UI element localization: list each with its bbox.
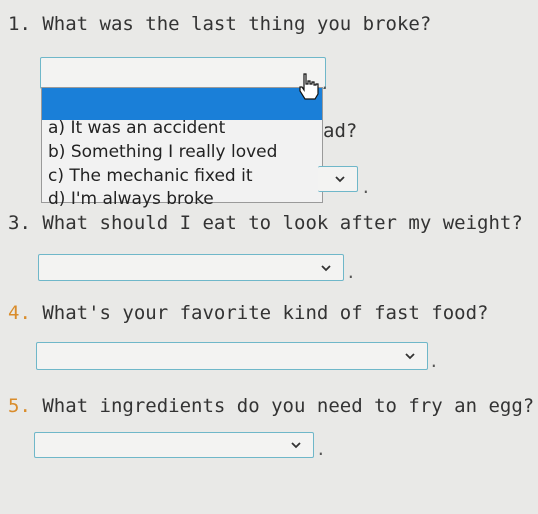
chevron-down-icon — [335, 176, 345, 183]
question-text: What's your favorite kind of fast food? — [42, 302, 489, 324]
punctuation: . — [316, 440, 326, 459]
highlighted-option[interactable] — [42, 88, 322, 120]
question-3: 3. What should I eat to look after my we… — [8, 212, 523, 234]
chevron-down-icon — [405, 353, 415, 360]
option-a[interactable]: a) It was an accident — [48, 118, 225, 138]
question-text: What ingredients do you need to fry an e… — [42, 395, 535, 417]
question-number: 3. — [8, 212, 31, 234]
question-number: 5. — [8, 395, 31, 417]
chevron-down-icon — [291, 442, 301, 449]
answer-dropdown-q2[interactable] — [318, 166, 358, 192]
option-d[interactable]: d) I'm always broke — [48, 189, 214, 209]
option-c[interactable]: c) The mechanic fixed it — [48, 166, 253, 186]
question-number: 1. — [8, 13, 31, 35]
chevron-down-icon — [321, 264, 331, 271]
hand-pointer-icon — [299, 73, 319, 100]
answer-dropdown-q4[interactable] — [36, 342, 428, 370]
question-5: 5. What ingredients do you need to fry a… — [8, 395, 534, 417]
question-text: What was the last thing you broke? — [42, 13, 432, 35]
punctuation: . — [361, 178, 371, 197]
answer-dropdown-q5[interactable] — [34, 432, 314, 458]
question-number: 4. — [8, 302, 31, 324]
answer-dropdown-q3[interactable] — [38, 254, 344, 281]
dropdown-listbox: a) It was an accident b) Something I rea… — [41, 87, 323, 209]
punctuation: . — [429, 352, 439, 371]
punctuation: . — [346, 263, 356, 282]
question-text: What should I eat to look after my weigh… — [42, 212, 523, 234]
option-b[interactable]: b) Something I really loved — [48, 142, 277, 162]
question-4: 4. What's your favorite kind of fast foo… — [8, 302, 488, 324]
answer-dropdown-q1[interactable] — [40, 57, 326, 89]
question-1: 1. What was the last thing you broke? — [8, 13, 431, 35]
question-2-partial: ad? — [323, 120, 358, 142]
